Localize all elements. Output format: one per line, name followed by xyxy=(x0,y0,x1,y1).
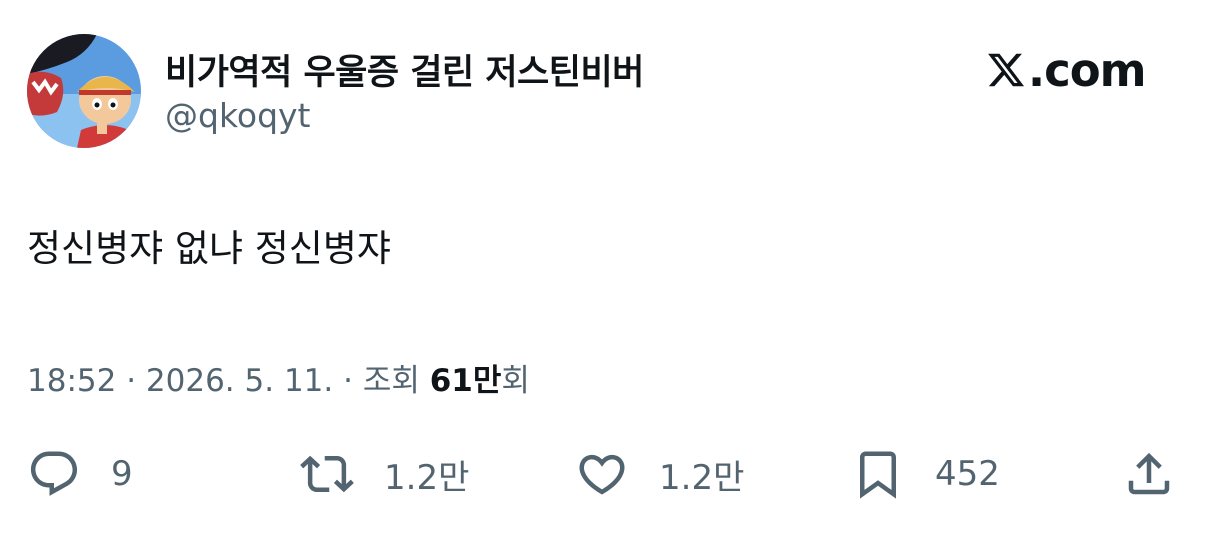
x-logo-icon xyxy=(988,53,1025,87)
avatar[interactable] xyxy=(27,34,141,148)
reply-button[interactable]: 9 xyxy=(27,446,133,502)
views-label: 조회 xyxy=(362,363,420,399)
brand-watermark: .com xyxy=(986,43,1147,97)
brand-domain: .com xyxy=(1028,43,1147,97)
bookmark-button[interactable]: 452 xyxy=(851,446,1000,502)
retweet-button[interactable]: 1.2만 xyxy=(300,446,469,502)
bookmark-icon xyxy=(860,451,896,499)
meta-separator: · xyxy=(116,363,146,399)
tweet-text: 정신병쟈 없냐 정신병쟈 xyxy=(27,227,391,270)
author-display-name[interactable]: 비가역적 우울증 걸린 저스틴비버 xyxy=(165,44,644,95)
views-suffix: 회 xyxy=(501,363,530,399)
avatar-image xyxy=(27,34,141,148)
like-count: 1.2만 xyxy=(659,457,745,498)
tweet-time[interactable]: 18:52 xyxy=(27,363,116,399)
heart-icon xyxy=(579,454,625,495)
bookmark-count: 452 xyxy=(935,454,1000,494)
retweet-count: 1.2만 xyxy=(384,457,470,498)
tweet-actions: 9 1.2만 1.2만 452 xyxy=(0,446,1206,502)
views-count: 61만 xyxy=(429,363,502,399)
share-icon xyxy=(1128,452,1170,495)
tweet-meta: 18:52 · 2026. 5. 11. · 조회 61만회 xyxy=(27,355,530,400)
retweet-icon xyxy=(300,455,354,493)
like-button[interactable]: 1.2만 xyxy=(575,446,744,502)
author-handle[interactable]: @qkoqyt xyxy=(165,96,311,135)
reply-count: 9 xyxy=(111,454,133,494)
share-button[interactable] xyxy=(1122,446,1176,502)
tweet-date[interactable]: 2026. 5. 11. xyxy=(146,363,333,399)
meta-separator: · xyxy=(333,363,363,399)
speech-bubble-icon xyxy=(30,451,78,496)
